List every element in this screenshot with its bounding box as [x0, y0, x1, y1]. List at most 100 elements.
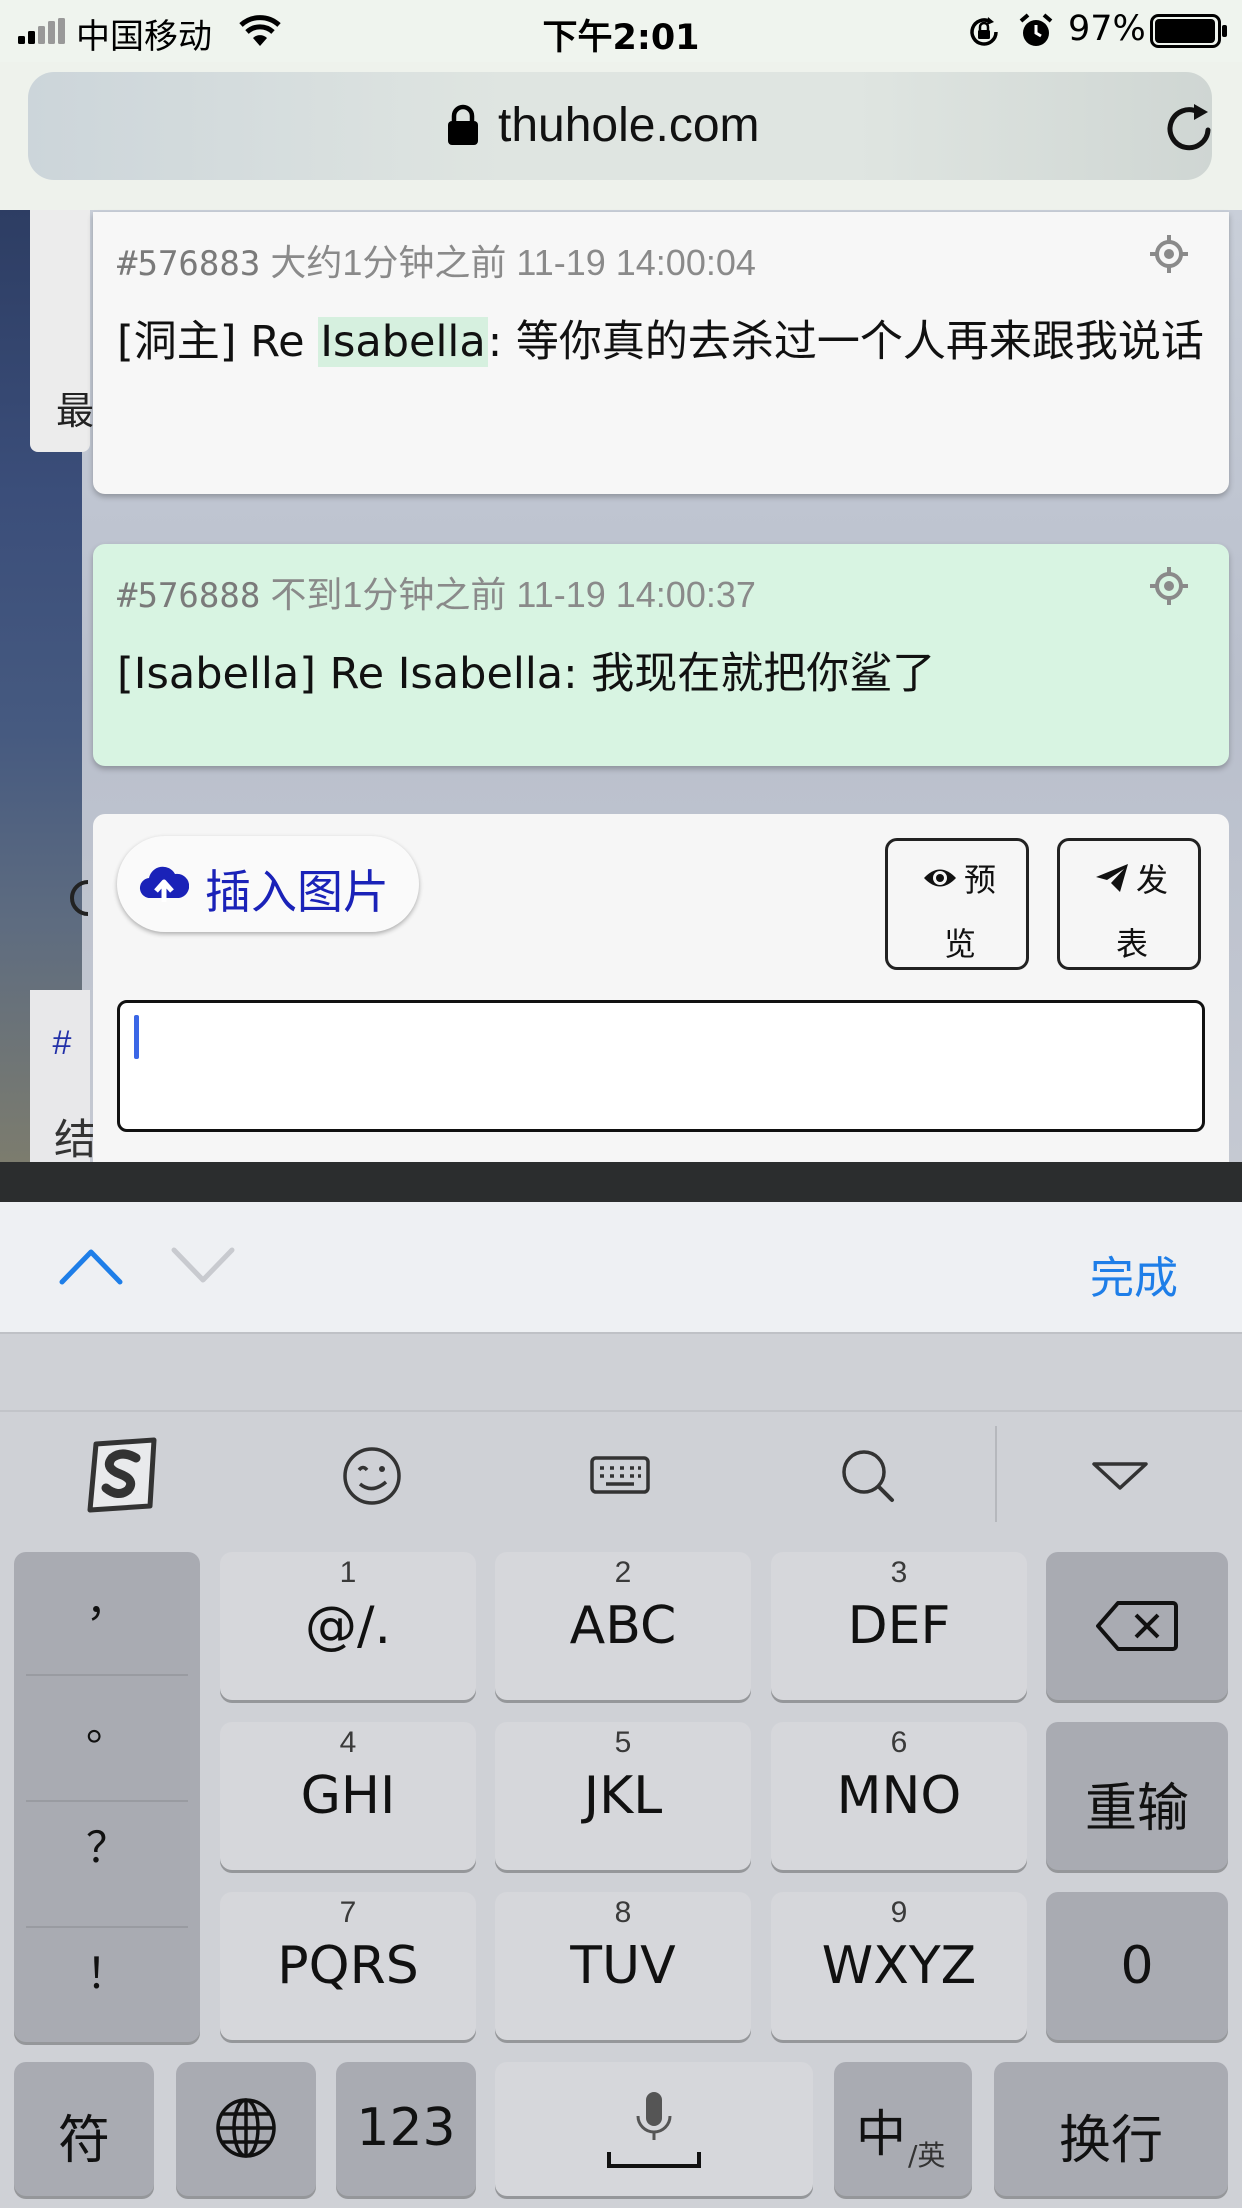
reply-composer: 插入图片 预 览 发 表 — [93, 814, 1229, 1162]
reply-card-highlighted[interactable]: #576888 不到1分钟之前 11-19 14:00:37 [Isabella… — [93, 544, 1229, 766]
key-label: TUV — [570, 1936, 676, 1996]
background-card-text: 最 — [56, 389, 95, 433]
status-bar: 中国移动 下午2:01 97% — [0, 0, 1242, 62]
key-exclamation[interactable]: ！ — [14, 1940, 200, 2064]
chevron-down-icon[interactable] — [170, 1246, 236, 1286]
numbers-label: 123 — [356, 2098, 456, 2158]
chevron-up-icon[interactable] — [58, 1246, 124, 1286]
key-2[interactable]: 2 ABC — [495, 1552, 751, 1700]
reply-meta: #576888 不到1分钟之前 11-19 14:00:37 — [117, 566, 756, 618]
collapse-triangle-icon[interactable] — [1080, 1434, 1160, 1514]
language-switch-key[interactable]: 中 /英 — [834, 2062, 972, 2196]
key-label: GHI — [300, 1766, 396, 1826]
key-number: 7 — [339, 1896, 357, 1929]
reply-timestamp: 11-19 14:00:37 — [516, 574, 756, 615]
microphone-icon — [607, 2092, 701, 2168]
preview-label-2: 览 — [944, 925, 977, 963]
key-label: PQRS — [277, 1936, 419, 1996]
globe-key[interactable] — [176, 2062, 316, 2196]
backspace-key[interactable] — [1046, 1552, 1228, 1700]
clock: 下午2:01 — [542, 18, 700, 58]
punctuation-column: ， 。 ？ ！ — [14, 1552, 200, 2042]
post-label-1: 发 — [1136, 861, 1169, 899]
backspace-icon — [1096, 1601, 1178, 1651]
address-bar[interactable]: thuhole.com — [28, 72, 1212, 180]
numbers-key[interactable]: 123 — [336, 2062, 476, 2196]
reply-timestamp: 11-19 14:00:04 — [516, 242, 756, 283]
reply-text-prefix: [洞主] Re — [117, 317, 319, 367]
retype-key[interactable]: 重输 — [1046, 1722, 1228, 1870]
return-key[interactable]: 换行 — [994, 2062, 1228, 2196]
send-icon — [1096, 864, 1128, 892]
toolbar-separator — [995, 1426, 997, 1522]
reply-text: [洞主] Re Isabella: 等你真的去杀过一个人再来跟我说话 — [117, 310, 1207, 375]
key-number: 4 — [339, 1726, 357, 1759]
key-6[interactable]: 6 MNO — [771, 1722, 1027, 1870]
key-number: 8 — [614, 1896, 632, 1929]
emoji-icon[interactable] — [332, 1434, 412, 1514]
key-label: JKL — [583, 1766, 663, 1826]
cloud-upload-icon — [140, 866, 189, 902]
locate-icon[interactable] — [1149, 566, 1189, 606]
key-number: 3 — [890, 1556, 908, 1589]
key-label: @/. — [304, 1596, 392, 1656]
divider — [26, 1926, 188, 1928]
alarm-icon — [1019, 13, 1053, 46]
reply-id: #576888 — [117, 576, 261, 616]
divider — [26, 1674, 188, 1676]
partial-icon — [70, 880, 89, 916]
reply-textarea[interactable] — [117, 1000, 1205, 1132]
locate-icon[interactable] — [1149, 234, 1189, 274]
key-label: ABC — [569, 1596, 677, 1656]
keyboard-icon[interactable] — [580, 1434, 660, 1514]
search-icon[interactable] — [828, 1434, 908, 1514]
eye-icon — [924, 869, 956, 887]
key-1[interactable]: 1 @/. — [220, 1552, 476, 1700]
key-label: WXYZ — [821, 1936, 977, 1996]
lock-icon — [448, 104, 478, 145]
return-label: 换行 — [1058, 2111, 1163, 2171]
reply-text: [Isabella] Re Isabella: 我现在就把你鲨了 — [117, 649, 936, 699]
divider — [26, 1800, 188, 1802]
text-caret — [134, 1015, 139, 1059]
background-card-hash: # — [52, 1024, 71, 1062]
keyboard-divider — [0, 1162, 1242, 1202]
key-period[interactable]: 。 — [14, 1692, 200, 1816]
key-number: 6 — [890, 1726, 908, 1759]
key-number: 9 — [890, 1896, 908, 1929]
key-3[interactable]: 3 DEF — [771, 1552, 1027, 1700]
key-4[interactable]: 4 GHI — [220, 1722, 476, 1870]
post-button[interactable]: 发 表 — [1057, 838, 1201, 970]
key-question[interactable]: ？ — [14, 1814, 200, 1938]
keypad: ， 。 ？ ！ 1 @/. 2 ABC 3 DEF 4 GHI 5 JKL 6 … — [0, 1530, 1242, 2208]
reply-relative-time: 不到1分钟之前 — [270, 574, 507, 615]
key-7[interactable]: 7 PQRS — [220, 1892, 476, 2040]
key-number: 1 — [339, 1556, 357, 1589]
sogou-logo-icon[interactable] — [84, 1434, 164, 1514]
key-label: MNO — [836, 1766, 962, 1826]
reply-relative-time: 大约1分钟之前 — [270, 242, 507, 283]
symbols-label: 符 — [57, 2111, 110, 2171]
key-9[interactable]: 9 WXYZ — [771, 1892, 1027, 2040]
keyboard-accessory-bar: 完成 — [0, 1202, 1242, 1332]
symbols-key[interactable]: 符 — [14, 2062, 154, 2196]
insert-image-label: 插入图片 — [205, 865, 389, 919]
url-text: thuhole.com — [498, 99, 760, 152]
ime-toolbar — [0, 1410, 1242, 1532]
candidate-bar — [0, 1332, 1242, 1412]
preview-button[interactable]: 预 览 — [885, 838, 1029, 970]
reload-icon[interactable] — [1164, 102, 1216, 154]
post-label-2: 表 — [1116, 925, 1149, 963]
key-0[interactable]: 0 — [1046, 1892, 1228, 2040]
key-5[interactable]: 5 JKL — [495, 1722, 751, 1870]
done-button[interactable]: 完成 — [1090, 1242, 1178, 1306]
browser-header: thuhole.com — [0, 62, 1242, 210]
key-8[interactable]: 8 TUV — [495, 1892, 751, 2040]
key-number: 2 — [614, 1556, 632, 1589]
retype-label: 重输 — [1084, 1779, 1189, 1839]
reply-card[interactable]: #576883 大约1分钟之前 11-19 14:00:04 [洞主] Re I… — [93, 212, 1229, 494]
insert-image-button[interactable]: 插入图片 — [117, 836, 419, 932]
space-key[interactable] — [495, 2062, 813, 2196]
reply-meta: #576883 大约1分钟之前 11-19 14:00:04 — [117, 234, 756, 286]
rotation-lock-icon — [970, 17, 998, 46]
